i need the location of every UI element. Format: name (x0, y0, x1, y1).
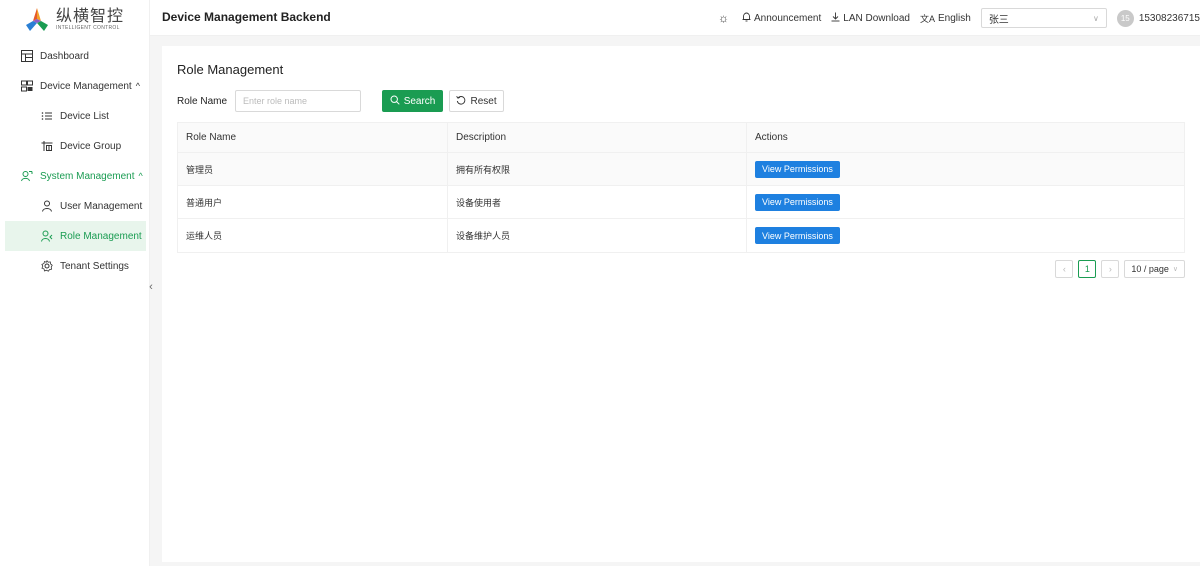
sidebar-item-label: User Management (60, 200, 143, 212)
view-permissions-button[interactable]: View Permissions (755, 160, 840, 178)
role-name-cell: 普通用户 (178, 186, 448, 218)
description-cell: 设备维护人员 (448, 219, 747, 252)
gear-icon (40, 259, 54, 273)
role-name-input[interactable] (235, 90, 362, 112)
sidebar-item-role-management[interactable]: Role Management (5, 221, 146, 251)
view-permissions-button[interactable]: View Permissions (755, 227, 840, 244)
column-header-description: Description (448, 123, 747, 152)
top-header: Device Management Backend ☼ Announcement… (150, 0, 1200, 36)
sun-icon: ☼ (717, 11, 729, 25)
device-management-icon (20, 79, 34, 93)
next-page-button[interactable]: › (1101, 260, 1120, 278)
description-cell: 设备使用者 (448, 186, 747, 218)
reset-button-label: Reset (470, 95, 497, 107)
sidebar-item-device-group[interactable]: Device Group (5, 131, 146, 161)
page-size-value: 10 / page (1131, 264, 1169, 274)
sidebar-item-label: Tenant Settings (60, 260, 129, 272)
users-icon (20, 169, 34, 183)
chevron-right-icon: › (1108, 264, 1112, 274)
page-header-title: Device Management Backend (162, 10, 331, 24)
role-name-label: Role Name (177, 95, 228, 107)
sidebar-item-user-management[interactable]: User Management (5, 191, 146, 221)
main-content: Role Management Role Name Search Reset R… (162, 46, 1200, 562)
language-switch-button[interactable]: 文A English (920, 12, 971, 25)
logo[interactable]: 纵横智控 INTELLIGENT CONTROL (24, 6, 124, 34)
chevron-down-icon: ∨ (1172, 266, 1178, 273)
role-name-cell: 管理员 (178, 153, 448, 185)
view-permissions-button[interactable]: View Permissions (755, 193, 840, 211)
sidebar-item-tenant-settings[interactable]: Tenant Settings (5, 251, 146, 281)
table-row: 管理员 拥有所有权限 View Permissions (178, 153, 1184, 186)
chevron-left-icon: ‹ (1062, 264, 1066, 274)
reset-button[interactable]: Reset (449, 90, 505, 112)
translate-icon: 文A (919, 13, 935, 24)
sidebar-item-device-management[interactable]: Device Management ^ (5, 71, 146, 101)
filter-bar: Role Name Search Reset (177, 90, 505, 112)
announcement-button[interactable]: Announcement (742, 12, 821, 25)
table-header-row: Role Name Description Actions (178, 123, 1184, 153)
description-cell: 拥有所有权限 (448, 153, 747, 185)
role-icon (40, 229, 54, 243)
lan-download-button[interactable]: LAN Download (831, 12, 910, 25)
chevron-down-icon: ∨ (1092, 13, 1099, 23)
table-row: 运维人员 设备维护人员 View Permissions (178, 219, 1184, 252)
user-select[interactable]: 张三 ∨ (980, 8, 1107, 28)
prev-page-button[interactable]: ‹ (1055, 260, 1074, 278)
user-phone[interactable]: 15308236715 (1139, 13, 1200, 24)
sidebar-item-system-management[interactable]: System Management ^ (5, 161, 146, 191)
search-button-label: Search (403, 95, 436, 107)
list-icon (40, 109, 54, 123)
collapse-sidebar-button[interactable]: ‹ (145, 280, 157, 294)
chevron-up-icon: ^ (138, 171, 143, 181)
bell-icon (742, 12, 751, 25)
user-icon (40, 199, 54, 213)
actions-cell: View Permissions (747, 219, 1184, 252)
sidebar: 纵横智控 INTELLIGENT CONTROL Dashboard Devic… (0, 0, 150, 566)
search-button[interactable]: Search (382, 90, 444, 112)
lan-download-label: LAN Download (843, 12, 910, 24)
announcement-label: Announcement (753, 12, 822, 24)
column-header-role-name: Role Name (178, 123, 448, 152)
search-icon (390, 94, 400, 108)
dashboard-icon (20, 49, 34, 63)
role-name-cell: 运维人员 (178, 219, 448, 252)
reset-icon (456, 95, 466, 108)
page-number-button[interactable]: 1 (1078, 260, 1097, 278)
table-row: 普通用户 设备使用者 View Permissions (178, 186, 1184, 219)
chevron-up-icon: ^ (135, 81, 140, 91)
roles-table: Role Name Description Actions 管理员 拥有所有权限… (177, 122, 1185, 253)
user-select-value: 张三 (988, 14, 1009, 26)
avatar[interactable]: 15 (1116, 9, 1134, 27)
sidebar-item-device-list[interactable]: Device List (5, 101, 146, 131)
pagination: ‹ 1 › 10 / page ∨ (1050, 260, 1185, 278)
actions-cell: View Permissions (747, 153, 1184, 185)
sidebar-item-label: Dashboard (40, 50, 89, 62)
sidebar-item-label: Device Group (60, 140, 122, 152)
sidebar-item-label: System Management (40, 170, 135, 182)
language-label: English (938, 12, 971, 24)
page-size-select[interactable]: 10 / page ∨ (1124, 260, 1185, 278)
side-menu: Dashboard Device Management ^ Device Lis… (5, 41, 146, 281)
logo-subtext: INTELLIGENT CONTROL (56, 24, 120, 31)
logo-mark-icon (24, 7, 50, 33)
page-title: Role Management (177, 62, 284, 77)
sidebar-item-label: Device Management (40, 80, 132, 92)
logo-text: 纵横智控 (56, 7, 125, 25)
actions-cell: View Permissions (747, 186, 1184, 218)
column-header-actions: Actions (755, 132, 788, 143)
theme-toggle-button[interactable]: ☼ (718, 11, 732, 25)
sidebar-item-label: Role Management (60, 230, 142, 242)
sidebar-item-label: Device List (60, 110, 109, 122)
group-icon (40, 139, 54, 153)
sidebar-item-dashboard[interactable]: Dashboard (5, 41, 146, 71)
download-icon (831, 12, 840, 25)
